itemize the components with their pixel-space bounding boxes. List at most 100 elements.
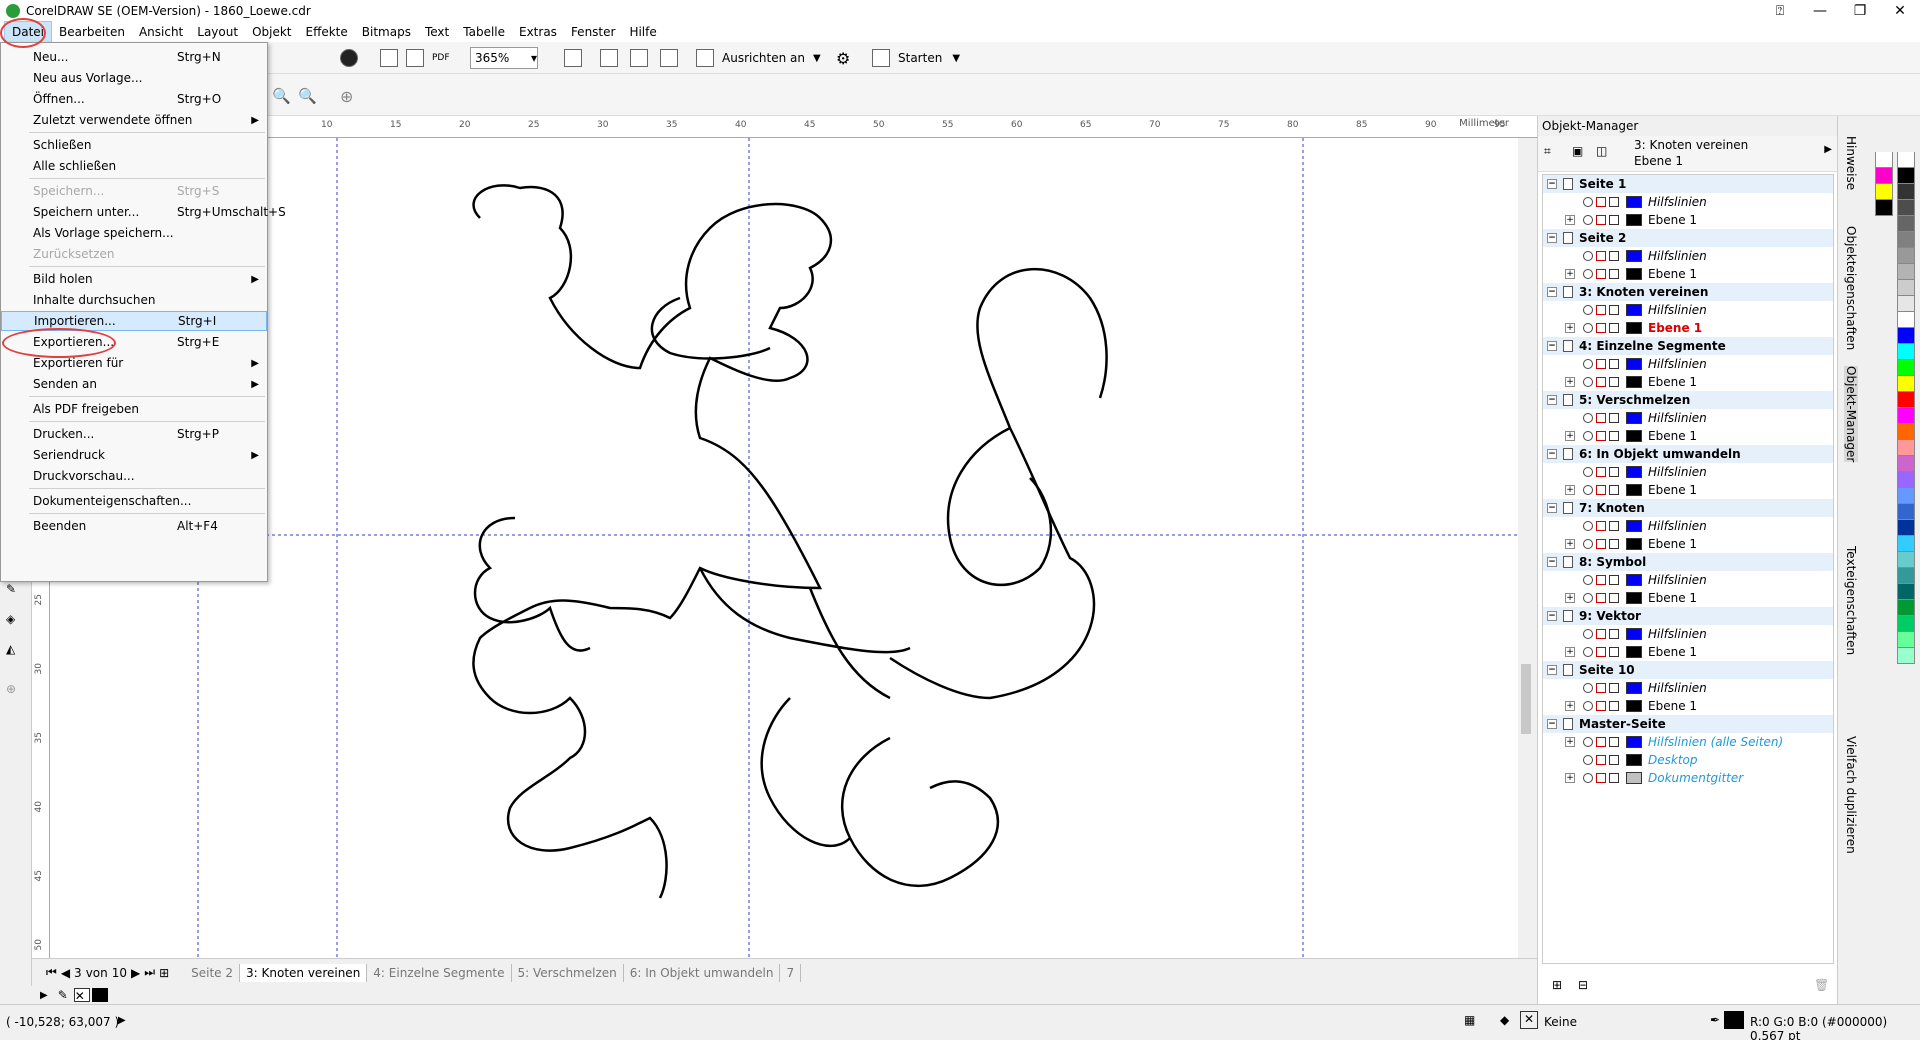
page-tab[interactable]: 7	[780, 963, 802, 982]
palette-swatch[interactable]	[1897, 472, 1915, 488]
printer-icon[interactable]	[1596, 197, 1606, 207]
palette-swatch[interactable]	[1897, 392, 1915, 408]
tree-layer-row[interactable]: Hilfslinien	[1543, 409, 1833, 427]
minimize-icon[interactable]: —	[1800, 0, 1840, 22]
collapse-icon[interactable]: −	[1547, 611, 1557, 621]
no-color-swatch[interactable]: ✕	[73, 988, 90, 1003]
page-tab[interactable]: 3: Knoten vereinen	[240, 963, 368, 982]
expand-icon[interactable]: +	[1565, 377, 1575, 387]
docker-tab[interactable]: Vielfach duplizieren	[1844, 736, 1858, 854]
lock-icon[interactable]	[1609, 629, 1619, 639]
lock-icon[interactable]	[1609, 701, 1619, 711]
grid-icon[interactable]	[630, 48, 648, 68]
menu-tabelle[interactable]: Tabelle	[456, 22, 512, 42]
import-icon[interactable]	[380, 48, 398, 68]
lock-icon[interactable]	[1609, 647, 1619, 657]
visibility-eye-icon[interactable]	[1583, 431, 1593, 441]
tree-layer-row[interactable]: + Ebene 1	[1543, 535, 1833, 553]
lock-icon[interactable]	[1609, 323, 1619, 333]
palette-swatch[interactable]	[1897, 616, 1915, 632]
printer-icon[interactable]	[1596, 485, 1606, 495]
lock-icon[interactable]	[1609, 521, 1619, 531]
layer-color-swatch[interactable]	[1626, 214, 1642, 226]
palette-swatch[interactable]	[1897, 568, 1915, 584]
smart-fill-icon[interactable]: ◭	[6, 642, 26, 662]
tree-layer-row[interactable]: Hilfslinien	[1543, 625, 1833, 643]
visibility-eye-icon[interactable]	[1583, 359, 1593, 369]
printer-icon[interactable]	[1596, 413, 1606, 423]
tree-layer-row[interactable]: Desktop	[1543, 751, 1833, 769]
layer-color-swatch[interactable]	[1626, 520, 1642, 532]
printer-icon[interactable]	[1596, 269, 1606, 279]
printer-icon[interactable]	[1596, 629, 1606, 639]
printer-icon[interactable]	[1596, 305, 1606, 315]
restore-icon[interactable]: ❐	[1840, 0, 1880, 22]
lock-icon[interactable]	[1609, 269, 1619, 279]
visibility-eye-icon[interactable]	[1583, 269, 1593, 279]
zoom-out-icon[interactable]: 🔍	[298, 86, 317, 106]
layer-color-swatch[interactable]	[1626, 412, 1642, 424]
tree-layer-row[interactable]: + Ebene 1	[1543, 643, 1833, 661]
snap-to-button[interactable]: Ausrichten an ▼	[696, 48, 821, 68]
lock-icon[interactable]	[1609, 773, 1619, 783]
zoom-in-icon[interactable]: 🔍	[272, 86, 291, 106]
tree-layer-row[interactable]: + Dokumentgitter	[1543, 769, 1833, 787]
lock-icon[interactable]	[1609, 431, 1619, 441]
palette-swatch[interactable]	[1897, 632, 1915, 648]
docker-tab[interactable]: Hinweise	[1844, 136, 1858, 190]
palette-swatch[interactable]	[1897, 648, 1915, 664]
palette-swatch[interactable]	[1897, 264, 1915, 280]
palette-swatch[interactable]	[1897, 232, 1915, 248]
palette-swatch[interactable]	[1897, 280, 1915, 296]
menu-ansicht[interactable]: Ansicht	[132, 22, 190, 42]
visibility-eye-icon[interactable]	[1583, 773, 1593, 783]
file-menu-item[interactable]: Neu... Strg+N	[1, 47, 267, 67]
tree-layer-row[interactable]: + Ebene 1	[1543, 427, 1833, 445]
printer-icon[interactable]	[1596, 377, 1606, 387]
file-menu-item[interactable]: Neu aus Vorlage...	[1, 68, 267, 88]
file-menu-item[interactable]: Inhalte durchsuchen	[1, 290, 267, 310]
layer-color-swatch[interactable]	[1626, 628, 1642, 640]
file-menu-item[interactable]: Alle schließen	[1, 156, 267, 176]
view-options-icon[interactable]: ▣	[1572, 144, 1583, 158]
lock-icon[interactable]	[1609, 755, 1619, 765]
collapse-icon[interactable]: −	[1547, 665, 1557, 675]
file-menu-item[interactable]: Speichern unter... Strg+Umschalt+S	[1, 202, 286, 222]
collapse-icon[interactable]: −	[1547, 719, 1557, 729]
layer-color-swatch[interactable]	[1626, 736, 1642, 748]
expand-icon[interactable]: +	[1565, 485, 1575, 495]
tree-page-row[interactable]: − 5: Verschmelzen	[1543, 391, 1833, 409]
palette-swatch[interactable]	[1897, 168, 1915, 184]
file-menu-item[interactable]: Speichern... Strg+S	[1, 181, 267, 201]
palette-swatch[interactable]	[1897, 152, 1915, 168]
page-tab[interactable]: 6: In Objekt umwandeln	[624, 963, 781, 982]
palette-swatch[interactable]	[1875, 200, 1893, 216]
palette-swatch[interactable]	[1897, 520, 1915, 536]
first-page-icon[interactable]: ⏮	[46, 965, 57, 980]
layer-color-swatch[interactable]	[1626, 754, 1642, 766]
layer-color-swatch[interactable]	[1626, 430, 1642, 442]
lock-icon[interactable]	[1609, 377, 1619, 387]
trash-icon[interactable]: 🗑	[1814, 978, 1829, 992]
tree-page-row[interactable]: − 3: Knoten vereinen	[1543, 283, 1833, 301]
tree-page-row[interactable]: − Master-Seite	[1543, 715, 1833, 733]
lock-icon[interactable]	[1609, 413, 1619, 423]
visibility-eye-icon[interactable]	[1583, 413, 1593, 423]
export-icon[interactable]	[406, 48, 424, 68]
printer-icon[interactable]	[1596, 215, 1606, 225]
drawing-canvas[interactable]	[50, 138, 1520, 958]
printer-icon[interactable]	[1596, 755, 1606, 765]
tree-page-row[interactable]: − Seite 2	[1543, 229, 1833, 247]
printer-icon[interactable]	[1596, 737, 1606, 747]
visibility-eye-icon[interactable]	[1583, 377, 1593, 387]
file-menu-item[interactable]: Zuletzt verwendete öffnen ▶	[1, 110, 267, 130]
layer-color-swatch[interactable]	[1626, 304, 1642, 316]
tree-layer-row[interactable]: + Ebene 1	[1543, 697, 1833, 715]
palette-swatch[interactable]	[1897, 488, 1915, 504]
file-menu-item[interactable]: Druckvorschau...	[1, 466, 267, 486]
visibility-eye-icon[interactable]	[1583, 575, 1593, 585]
gear-icon[interactable]: ⚙	[836, 48, 850, 68]
tree-layer-row[interactable]: + Ebene 1	[1543, 265, 1833, 283]
layer-color-swatch[interactable]	[1626, 196, 1642, 208]
file-menu-item[interactable]: Als Vorlage speichern...	[1, 223, 267, 243]
